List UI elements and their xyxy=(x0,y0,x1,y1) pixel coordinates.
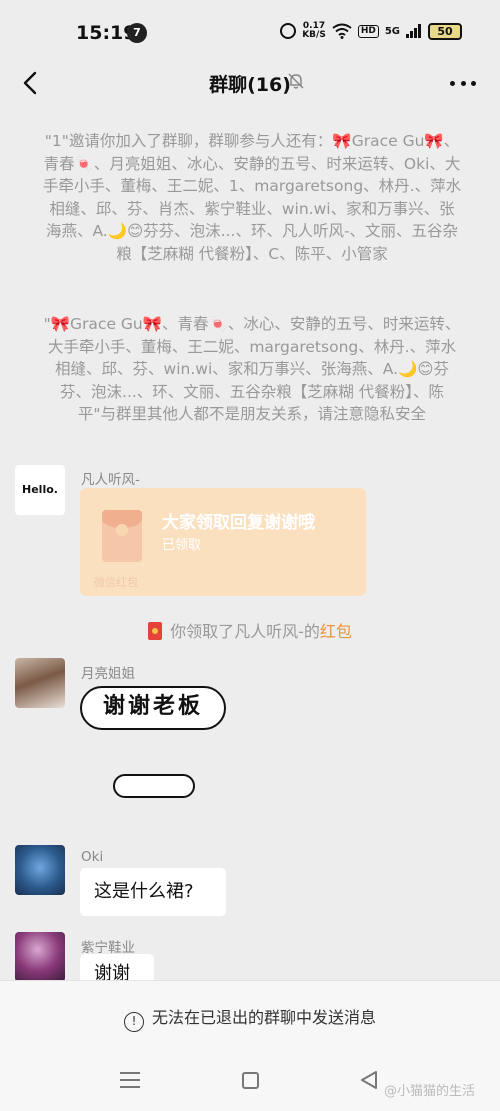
red-packet-icon xyxy=(102,510,142,562)
home-icon[interactable] xyxy=(242,1072,259,1089)
red-packet-label: 微信红包 xyxy=(94,576,138,589)
notification-badge: 7 xyxy=(127,23,147,43)
network-speed: 0.17 KB/S xyxy=(302,22,326,40)
avatar[interactable] xyxy=(15,932,65,982)
cannot-send-notice: ! 无法在已退出的群聊中发送消息 xyxy=(0,1004,500,1032)
thanks-sticker[interactable]: 谢谢老板 xyxy=(80,686,226,730)
sender-name: Oki xyxy=(81,849,104,865)
avatar[interactable]: Hello. xyxy=(15,465,65,515)
invite-notice: "1"邀请你加入了群聊，群聊参与人还有：🎀Grace Gu🎀、青春🍬、月亮姐姐、… xyxy=(42,132,462,263)
sender-name: 月亮姐姐 xyxy=(81,666,135,682)
watermark: @小猫猫的生活 xyxy=(384,1084,476,1099)
red-packet-received-notice: 你领取了凡人听风-的红包 xyxy=(0,618,500,642)
signal-label: 5G xyxy=(384,25,400,37)
received-notice-text: 你领取了凡人听风-的 xyxy=(170,622,320,641)
avatar[interactable] xyxy=(15,658,65,708)
alarm-icon xyxy=(280,23,297,39)
battery-icon: 50 xyxy=(428,22,462,40)
red-packet-small-icon xyxy=(148,622,163,640)
sender-name: 凡人听风- xyxy=(81,472,140,488)
network-speed-unit: KB/S xyxy=(302,30,326,40)
status-bar: 15:19 7 0.17 KB/S HD 5G 50 xyxy=(0,0,500,60)
mute-bell-icon xyxy=(288,73,304,89)
back-triangle-icon[interactable] xyxy=(360,1070,378,1090)
red-packet-card[interactable]: 大家领取回复谢谢哦 已领取 微信红包 xyxy=(80,488,366,596)
avatar[interactable] xyxy=(15,845,65,895)
sender-name: 紫宁鞋业 xyxy=(81,940,135,956)
info-icon: ! xyxy=(123,1012,144,1032)
menu-icon[interactable] xyxy=(120,1072,140,1088)
status-icons: 0.17 KB/S HD 5G 50 xyxy=(280,22,462,40)
red-packet-link[interactable]: 红包 xyxy=(320,622,352,641)
wifi-icon xyxy=(332,23,352,39)
chat-title: 群聊(16) xyxy=(209,74,291,96)
message-bubble[interactable]: 这是什么裙? xyxy=(80,868,226,916)
input-disabled-bar: ! 无法在已退出的群聊中发送消息 xyxy=(0,980,500,1050)
nav-bar: 群聊(16) xyxy=(0,60,500,106)
cannot-send-text: 无法在已退出的群聊中发送消息 xyxy=(151,1008,376,1027)
sticker-fragment[interactable] xyxy=(113,774,195,798)
system-nav-bar: @小猫猫的生活 xyxy=(0,1050,500,1111)
red-packet-title: 大家领取回复谢谢哦 xyxy=(162,513,315,533)
hd-badge: HD xyxy=(357,24,379,38)
signal-icon xyxy=(406,24,421,38)
privacy-notice: "🎀Grace Gu🎀、青春🍬、冰心、安静的五号、时来运转、大手牵小手、董梅、王… xyxy=(43,315,461,423)
more-options-icon[interactable] xyxy=(450,70,476,96)
red-packet-status: 已领取 xyxy=(162,538,202,553)
